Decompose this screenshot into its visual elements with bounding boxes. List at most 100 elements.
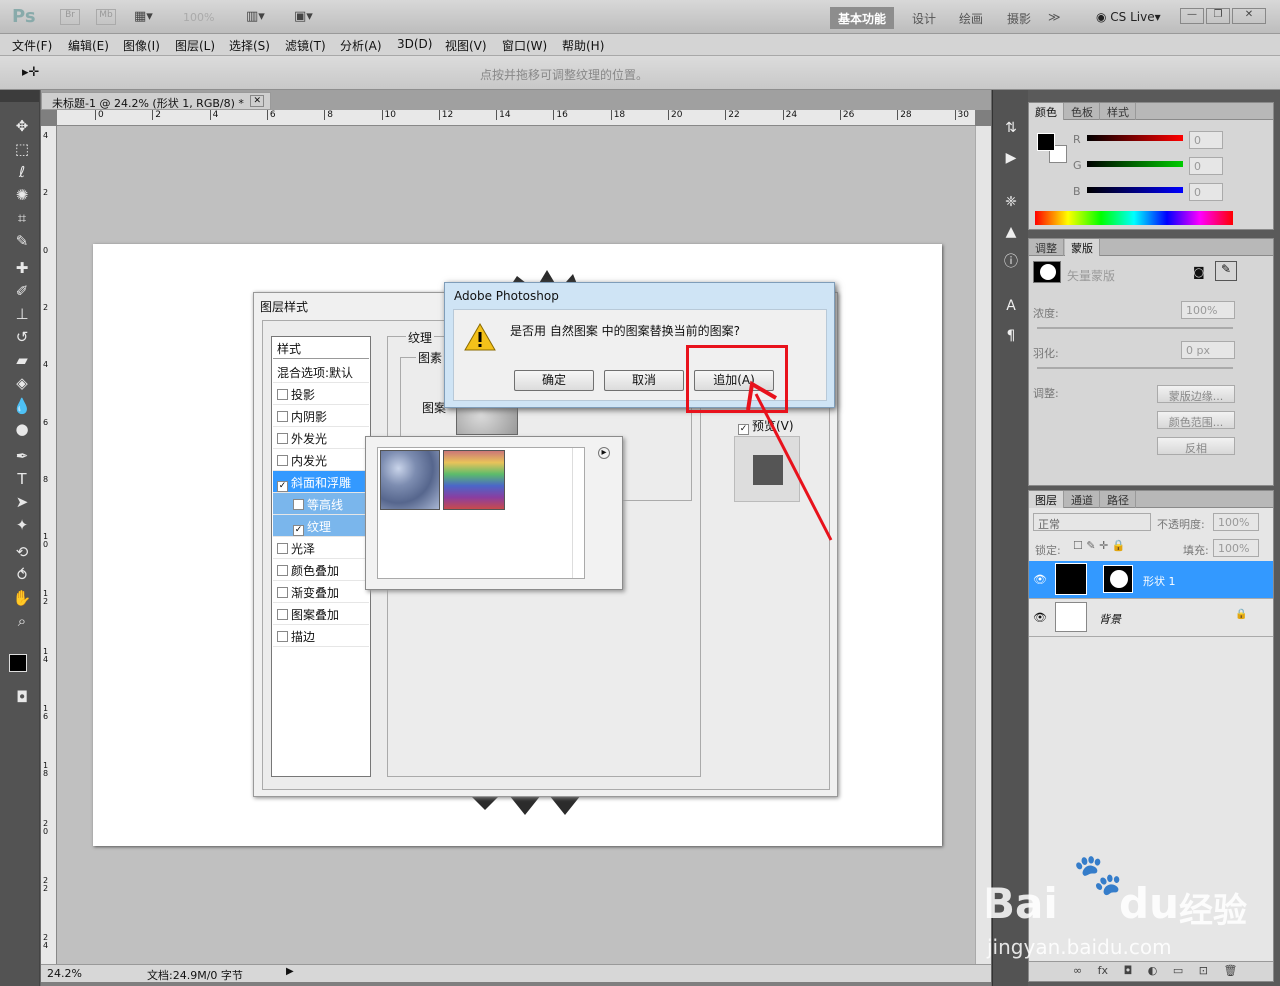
style-item[interactable]: 内阴影 bbox=[273, 405, 369, 427]
lasso-tool-icon[interactable]: ℓ bbox=[10, 162, 34, 182]
menu-select[interactable]: 选择(S) bbox=[229, 37, 270, 54]
style-checkbox[interactable] bbox=[277, 565, 288, 576]
more-workspaces-icon[interactable]: ≫ bbox=[1040, 7, 1069, 29]
green-value[interactable]: 0 bbox=[1189, 157, 1223, 175]
styles-header[interactable]: 样式 bbox=[273, 337, 369, 359]
tab-masks[interactable]: 蒙版 bbox=[1065, 239, 1100, 256]
path-selection-tool-icon[interactable]: ➤ bbox=[10, 492, 34, 512]
style-checkbox[interactable]: ✓ bbox=[277, 481, 288, 492]
minimize-button[interactable]: — bbox=[1180, 8, 1204, 24]
tab-paths[interactable]: 路径 bbox=[1101, 491, 1136, 508]
zoom-level[interactable]: 100% bbox=[183, 11, 214, 24]
clone-stamp-tool-icon[interactable]: ⊥ bbox=[10, 304, 34, 324]
add-mask-icon[interactable]: ◘ bbox=[1124, 964, 1133, 977]
status-zoom[interactable]: 24.2% bbox=[47, 967, 82, 980]
character-panel-icon[interactable]: A bbox=[1001, 296, 1021, 316]
pattern-swatch-rainbow[interactable] bbox=[443, 450, 505, 510]
style-item[interactable]: 内发光 bbox=[273, 449, 369, 471]
restore-button[interactable]: ❐ bbox=[1206, 8, 1230, 24]
zoom-tool-icon[interactable]: ⌕ bbox=[10, 611, 34, 631]
tab-adjustments[interactable]: 调整 bbox=[1029, 239, 1064, 256]
pen-tool-icon[interactable]: ✒ bbox=[10, 446, 34, 466]
style-item[interactable]: 颜色叠加 bbox=[273, 559, 369, 581]
style-item[interactable]: 光泽 bbox=[273, 537, 369, 559]
feather-slider[interactable] bbox=[1037, 367, 1233, 369]
color-spectrum[interactable] bbox=[1035, 211, 1233, 225]
actions-panel-icon[interactable]: ▶ bbox=[1001, 148, 1021, 168]
style-checkbox[interactable] bbox=[277, 543, 288, 554]
red-value[interactable]: 0 bbox=[1189, 131, 1223, 149]
tab-close-icon[interactable]: ✕ bbox=[250, 95, 264, 107]
move-tool-preset-icon[interactable]: ▸✛ bbox=[22, 65, 39, 80]
healing-tool-icon[interactable]: ✚ bbox=[10, 258, 34, 278]
blur-tool-icon[interactable]: 💧 bbox=[10, 396, 34, 416]
document-tab[interactable]: 未标题-1 @ 24.2% (形状 1, RGB/8) * ✕ bbox=[41, 92, 271, 110]
style-checkbox[interactable]: ✓ bbox=[293, 525, 304, 536]
hand-tool-icon[interactable]: ✋ bbox=[10, 588, 34, 608]
visibility-eye-icon[interactable]: 👁 bbox=[1033, 573, 1047, 586]
red-slider[interactable] bbox=[1087, 135, 1183, 141]
history-brush-tool-icon[interactable]: ↺ bbox=[10, 327, 34, 347]
menu-file[interactable]: 文件(F) bbox=[12, 37, 52, 54]
status-menu-arrow-icon[interactable]: ▶ bbox=[286, 966, 294, 977]
3d-orbit-tool-icon[interactable]: ⥀ bbox=[10, 565, 34, 585]
density-slider[interactable] bbox=[1037, 327, 1233, 329]
tab-layers[interactable]: 图层 bbox=[1029, 491, 1064, 508]
menu-edit[interactable]: 编辑(E) bbox=[68, 37, 109, 54]
menu-3d[interactable]: 3D(D) bbox=[397, 37, 432, 51]
view-extras-button[interactable]: ▦▾ bbox=[134, 9, 164, 24]
bridge-button[interactable]: Br bbox=[60, 9, 80, 25]
cs-live-button[interactable]: ◉ CS Live▾ bbox=[1096, 10, 1161, 24]
delete-layer-icon[interactable]: 🗑 bbox=[1224, 964, 1238, 977]
paragraph-panel-icon[interactable]: ¶ bbox=[1001, 326, 1021, 346]
workspace-painting[interactable]: 绘画 bbox=[951, 7, 991, 29]
workspace-photography[interactable]: 摄影 bbox=[999, 7, 1039, 29]
vector-mask-icon[interactable]: ✎ bbox=[1215, 261, 1237, 281]
history-panel-icon[interactable]: ⇅ bbox=[1001, 118, 1021, 138]
type-tool-icon[interactable]: T bbox=[10, 469, 34, 489]
style-checkbox[interactable] bbox=[277, 631, 288, 642]
eraser-tool-icon[interactable]: ▰ bbox=[10, 350, 34, 370]
layer-background[interactable]: 👁 背景 🔒 bbox=[1029, 599, 1273, 637]
mini-bridge-button[interactable]: Mb bbox=[96, 9, 116, 25]
cancel-button[interactable]: 取消 bbox=[604, 370, 684, 391]
style-item[interactable]: 渐变叠加 bbox=[273, 581, 369, 603]
style-item[interactable]: 外发光 bbox=[273, 427, 369, 449]
tab-styles[interactable]: 样式 bbox=[1101, 103, 1136, 120]
image-panel-icon[interactable]: ▲ bbox=[1001, 222, 1021, 242]
menu-window[interactable]: 窗口(W) bbox=[502, 37, 547, 54]
style-checkbox[interactable] bbox=[277, 587, 288, 598]
layer-shape-1[interactable]: 👁 形状 1 bbox=[1029, 561, 1273, 599]
picker-scrollbar[interactable] bbox=[572, 448, 585, 578]
style-checkbox[interactable] bbox=[277, 455, 288, 466]
dodge-tool-icon[interactable]: ● bbox=[10, 419, 34, 439]
lock-icons[interactable]: ☐ ✎ ✛ 🔒 bbox=[1073, 539, 1125, 552]
workspace-essentials[interactable]: 基本功能 bbox=[830, 7, 895, 29]
toolbox-header[interactable] bbox=[0, 90, 39, 102]
visibility-eye-icon[interactable]: 👁 bbox=[1033, 611, 1047, 624]
tab-swatches[interactable]: 色板 bbox=[1065, 103, 1100, 120]
menu-analysis[interactable]: 分析(A) bbox=[340, 37, 382, 54]
paint-bucket-tool-icon[interactable]: ◈ bbox=[10, 373, 34, 393]
3d-rotate-tool-icon[interactable]: ⟲ bbox=[10, 542, 34, 562]
style-checkbox[interactable] bbox=[277, 433, 288, 444]
style-item[interactable]: ✓ 纹理 bbox=[273, 515, 369, 537]
adjustment-icon[interactable]: ◐ bbox=[1148, 964, 1158, 977]
menu-image[interactable]: 图像(I) bbox=[123, 37, 160, 54]
3d-panel-icon[interactable]: ❈ bbox=[1001, 192, 1021, 212]
fill-value[interactable]: 100% bbox=[1213, 539, 1259, 557]
picker-menu-icon[interactable]: ▸ bbox=[598, 447, 610, 459]
opacity-value[interactable]: 100% bbox=[1213, 513, 1259, 531]
green-slider[interactable] bbox=[1087, 161, 1183, 167]
style-item[interactable]: ✓ 斜面和浮雕 bbox=[273, 471, 369, 493]
blue-value[interactable]: 0 bbox=[1189, 183, 1223, 201]
fx-icon[interactable]: fx bbox=[1098, 964, 1108, 977]
quick-mask-icon[interactable]: ◘ bbox=[10, 687, 34, 707]
style-item[interactable]: 描边 bbox=[273, 625, 369, 647]
arrange-documents-button[interactable]: ▥▾ bbox=[246, 9, 265, 24]
new-layer-icon[interactable]: ⊡ bbox=[1199, 964, 1208, 977]
feather-value[interactable]: 0 px bbox=[1181, 341, 1235, 359]
style-item[interactable]: 等高线 bbox=[273, 493, 369, 515]
screen-mode-button[interactable]: ▣▾ bbox=[294, 9, 313, 24]
brush-tool-icon[interactable]: ✐ bbox=[10, 281, 34, 301]
